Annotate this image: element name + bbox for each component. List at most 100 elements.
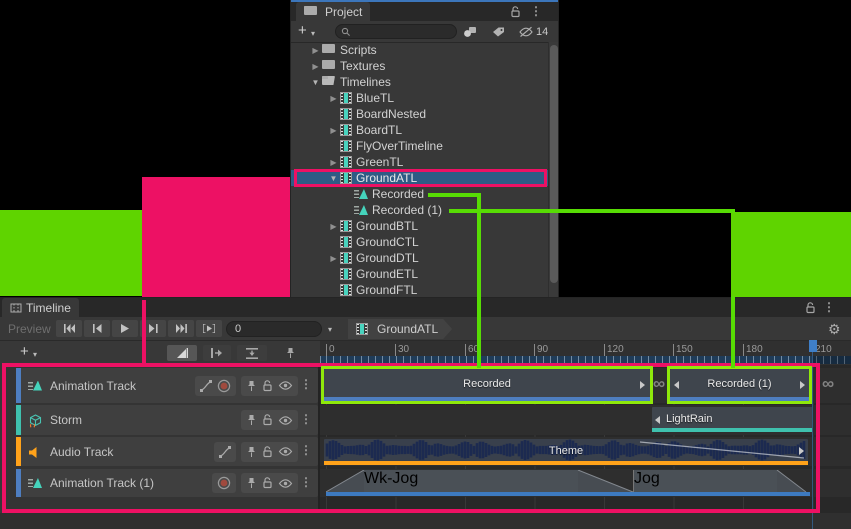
- expand-arrow-icon[interactable]: [327, 126, 340, 135]
- lock-icon[interactable]: [803, 301, 817, 315]
- pin-icon[interactable]: [246, 477, 257, 489]
- tree-item-textures[interactable]: Textures: [291, 58, 558, 74]
- expand-arrow-icon[interactable]: [309, 46, 322, 55]
- duration-end-line: [812, 352, 813, 529]
- track-button-group: [212, 473, 236, 493]
- expand-arrow-icon[interactable]: [327, 94, 340, 103]
- frame-field-caret-icon[interactable]: ▾: [328, 325, 332, 334]
- tree-item-groundftl[interactable]: GroundFTL: [291, 282, 558, 298]
- panel-menu-icon[interactable]: ⋮: [823, 302, 835, 312]
- search-by-type-icon[interactable]: [461, 25, 479, 39]
- ruler-out-of-range-shade: [813, 356, 851, 364]
- search-by-label-icon[interactable]: [490, 25, 506, 39]
- scrollbar-thumb[interactable]: [550, 45, 558, 283]
- play-button[interactable]: [112, 320, 138, 337]
- track-menu-icon[interactable]: ⋮: [300, 477, 312, 487]
- breadcrumb[interactable]: GroundATL: [348, 319, 452, 339]
- eye-icon[interactable]: [278, 415, 293, 426]
- tree-item-groundctl[interactable]: GroundCTL: [291, 234, 558, 250]
- lock-icon[interactable]: [262, 414, 273, 426]
- collapse-arrow-icon[interactable]: [309, 78, 322, 87]
- replace-mode-button[interactable]: [237, 345, 267, 361]
- clip-label: LightRain: [652, 413, 813, 425]
- pin-icon[interactable]: [246, 446, 257, 458]
- previous-frame-button[interactable]: [84, 320, 110, 337]
- ripple-mode-button[interactable]: [203, 345, 231, 361]
- timeline-bottom-strip: [0, 513, 851, 529]
- clip-color-stripe: [326, 492, 810, 496]
- clip-ease-handle-icon[interactable]: [799, 447, 804, 455]
- track-header-animation-track-1[interactable]: Animation Track (1) ⋮: [16, 469, 318, 497]
- track-menu-icon[interactable]: ⋮: [300, 414, 312, 424]
- curves-icon[interactable]: [200, 380, 212, 392]
- ruler-tick-label: 180: [743, 344, 763, 356]
- tab-timeline[interactable]: Timeline: [2, 298, 79, 317]
- frame-counter-field[interactable]: 0: [226, 321, 322, 337]
- play-range-button[interactable]: [196, 320, 222, 337]
- curves-icon[interactable]: [219, 446, 231, 458]
- create-asset-caret-icon[interactable]: ▾: [311, 29, 315, 38]
- goto-end-button[interactable]: [168, 320, 194, 337]
- tree-item-boardnested[interactable]: BoardNested: [291, 106, 558, 122]
- expand-arrow-icon[interactable]: [327, 222, 340, 231]
- tree-item-label: BlueTL: [356, 91, 394, 105]
- tree-item-label: GreenTL: [356, 155, 403, 169]
- hidden-count: 14: [536, 26, 548, 38]
- tree-item-groundbtl[interactable]: GroundBTL: [291, 218, 558, 234]
- tree-item-timelines[interactable]: Timelines: [291, 74, 558, 90]
- track-menu-icon[interactable]: ⋮: [300, 379, 312, 389]
- settings-gear-icon[interactable]: ⚙: [828, 321, 841, 338]
- track-header-animation-track[interactable]: Animation Track ⋮: [16, 368, 318, 403]
- clip-lightrain[interactable]: LightRain: [652, 407, 813, 432]
- ruler-tick-label: 30: [395, 344, 409, 356]
- record-button[interactable]: [217, 379, 231, 393]
- goto-start-button[interactable]: [56, 320, 82, 337]
- clip-theme[interactable]: Theme: [324, 439, 808, 465]
- add-track-button[interactable]: +: [20, 345, 29, 359]
- project-scrollbar[interactable]: [548, 42, 558, 298]
- tree-item-grounddtl[interactable]: GroundDTL: [291, 250, 558, 266]
- track-header-audio-track[interactable]: Audio Track ⋮: [16, 437, 318, 466]
- expand-arrow-icon[interactable]: [309, 62, 322, 71]
- track-name: Animation Track: [50, 379, 136, 393]
- pin-icon[interactable]: [246, 414, 257, 426]
- tree-item-label: GroundCTL: [356, 235, 419, 249]
- clip-trim-handle-icon[interactable]: [655, 416, 660, 424]
- tree-item-scripts[interactable]: Scripts: [291, 42, 558, 58]
- pin-icon[interactable]: [246, 380, 257, 392]
- tree-item-flyovertimeline[interactable]: FlyOverTimeline: [291, 138, 558, 154]
- tab-project[interactable]: Project: [296, 2, 370, 21]
- recorded-1-connector-vline: [731, 296, 735, 368]
- record-button[interactable]: [217, 476, 231, 490]
- hidden-count-eye-icon[interactable]: [517, 25, 535, 39]
- tree-item-bluetl[interactable]: BlueTL: [291, 90, 558, 106]
- create-asset-button[interactable]: +: [298, 24, 307, 38]
- panel-menu-icon[interactable]: ⋮: [530, 6, 542, 16]
- lock-icon[interactable]: [262, 477, 273, 489]
- recorded-1-connector-hline: [449, 209, 735, 213]
- duration-end-marker[interactable]: [809, 340, 817, 352]
- ruler-tick-label: 0: [326, 344, 335, 356]
- lock-icon[interactable]: [508, 5, 522, 19]
- eye-icon[interactable]: [278, 446, 293, 457]
- track-menu-icon[interactable]: ⋮: [300, 445, 312, 455]
- animation-clip-icon: [354, 188, 368, 200]
- track-header-storm[interactable]: Storm ⋮: [16, 405, 318, 435]
- expand-arrow-icon[interactable]: [327, 158, 340, 167]
- eye-icon[interactable]: [278, 380, 293, 391]
- track-button-group: [241, 410, 298, 430]
- eye-icon[interactable]: [278, 478, 293, 489]
- marker-pin-button[interactable]: [278, 345, 302, 361]
- lock-icon[interactable]: [262, 446, 273, 458]
- mix-mode-button[interactable]: [167, 345, 197, 361]
- lock-icon[interactable]: [262, 380, 273, 392]
- tree-item-recorded[interactable]: Recorded: [291, 186, 558, 202]
- expand-arrow-icon[interactable]: [327, 254, 340, 263]
- preview-toggle[interactable]: Preview: [8, 322, 51, 336]
- tree-item-greentl[interactable]: GreenTL: [291, 154, 558, 170]
- tree-item-boardtl[interactable]: BoardTL: [291, 122, 558, 138]
- search-input[interactable]: [335, 24, 457, 39]
- add-track-caret-icon[interactable]: ▾: [33, 350, 37, 359]
- tree-item-groundetl[interactable]: GroundETL: [291, 266, 558, 282]
- ruler-tick-label: 150: [673, 344, 693, 356]
